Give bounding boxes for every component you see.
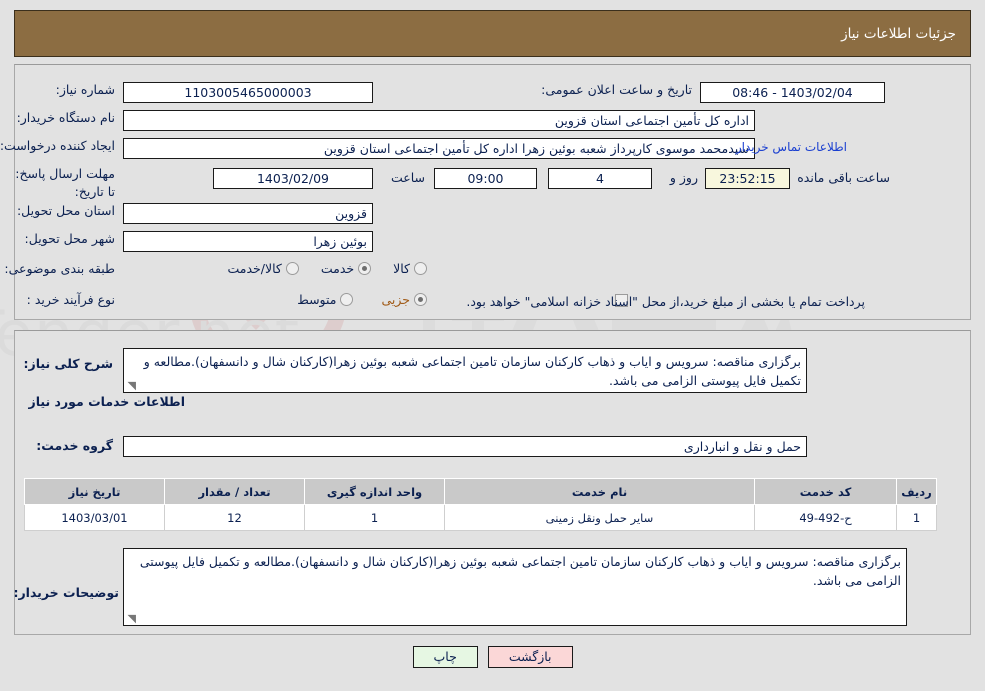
col-header-service-code: کد خدمت xyxy=(754,478,897,505)
table-row: 1 ح-492-49 سایر حمل ونقل زمینی 1 12 1403… xyxy=(24,504,937,531)
category-option-label: کالا/خدمت xyxy=(227,261,282,276)
process-option-jozyi[interactable]: جزیی xyxy=(381,292,427,307)
remaining-suffix-label: ساعت باقی مانده xyxy=(797,170,890,185)
buyer-notes-label: توضیحات خریدار: xyxy=(13,585,119,600)
col-header-quantity: تعداد / مقدار xyxy=(164,478,305,505)
radio-icon[interactable] xyxy=(340,293,354,306)
col-header-unit: واحد اندازه گیری xyxy=(304,478,445,505)
city-value: بوئین زهرا xyxy=(123,231,373,252)
col-header-need-date: تاریخ نیاز xyxy=(24,478,165,505)
page-header-bar: جزئیات اطلاعات نیاز xyxy=(14,10,971,57)
category-label: طبقه بندی موضوعی: xyxy=(4,261,115,276)
service-group-value: حمل و نقل و انبارداری xyxy=(123,436,807,457)
process-label-wrap: نوع فرآیند خرید : xyxy=(27,292,115,307)
announce-datetime-value: 1403/02/04 - 08:46 xyxy=(700,82,885,103)
summary-label-wrap: شرح کلی نیاز: xyxy=(24,356,113,371)
services-table: ردیف کد خدمت نام خدمت واحد اندازه گیری ت… xyxy=(24,478,937,531)
summary-textarea[interactable]: برگزاری مناقصه: سرویس و ایاب و ذهاب کارک… xyxy=(123,348,807,393)
category-radio-group: کالا خدمت کالا/خدمت xyxy=(227,261,427,276)
buyer-org-value: اداره کل تأمین اجتماعی استان قزوین xyxy=(123,110,755,131)
creator-label: ایجاد کننده درخواست: xyxy=(0,138,115,153)
deadline-date-value: 1403/02/09 xyxy=(213,168,373,189)
deadline-hour-label: ساعت xyxy=(390,170,425,185)
cell-row: 1 xyxy=(896,504,937,531)
remaining-days-value: 4 xyxy=(548,168,652,189)
radio-icon[interactable] xyxy=(358,262,372,275)
creator-value: سیدمحمد موسوی کارپرداز شعبه بوئین زهرا ا… xyxy=(123,138,755,159)
resize-grip-icon[interactable]: ◥ xyxy=(126,380,136,391)
buyer-notes-text: برگزاری مناقصه: سرویس و ایاب و ذهاب کارک… xyxy=(139,554,901,589)
radio-icon[interactable] xyxy=(414,262,427,275)
treasury-note-text: پرداخت تمام یا بخشی از مبلغ خرید،از محل … xyxy=(466,294,865,309)
resize-grip-icon[interactable]: ◥ xyxy=(126,613,136,624)
radio-icon[interactable] xyxy=(414,293,427,306)
deadline-label-wrap: مهلت ارسال پاسخ: تا تاریخ: xyxy=(5,164,115,201)
city-label-wrap: شهر محل تحویل: xyxy=(25,231,115,246)
buyer-notes-label-wrap: توضیحات خریدار: xyxy=(13,585,119,600)
category-option-label: کالا xyxy=(393,261,410,276)
footer-button-row: بازگشت چاپ xyxy=(0,646,985,668)
category-option-khedmat[interactable]: خدمت xyxy=(320,261,372,276)
cell-service-code: ح-492-49 xyxy=(754,504,897,531)
buyer-contact-link[interactable]: اطلاعات تماس خریدار xyxy=(736,140,847,154)
summary-text: برگزاری مناقصه: سرویس و ایاب و ذهاب کارک… xyxy=(143,354,801,389)
buyer-notes-textarea[interactable]: برگزاری مناقصه: سرویس و ایاب و ذهاب کارک… xyxy=(123,548,907,626)
page-root: AnaTender.net جزئیات اطلاعات نیاز شماره … xyxy=(0,0,985,691)
process-type-label: نوع فرآیند خرید : xyxy=(26,292,115,307)
service-group-label-wrap: گروه خدمت: xyxy=(36,438,113,453)
need-number-label: شماره نیاز: xyxy=(55,82,115,97)
need-number-row: شماره نیاز: xyxy=(56,82,115,97)
services-table-wrapper: ردیف کد خدمت نام خدمت واحد اندازه گیری ت… xyxy=(24,478,937,531)
process-option-label: متوسط xyxy=(297,292,337,307)
creator-label-wrap: ایجاد کننده درخواست: xyxy=(0,138,115,153)
cell-need-date: 1403/03/01 xyxy=(24,504,165,531)
deadline-label: مهلت ارسال پاسخ: تا تاریخ: xyxy=(15,166,115,200)
page-title: جزئیات اطلاعات نیاز xyxy=(841,25,956,42)
cell-unit: 1 xyxy=(304,504,445,531)
remaining-time-countdown: 23:52:15 xyxy=(705,168,790,189)
table-header-row: ردیف کد خدمت نام خدمت واحد اندازه گیری ت… xyxy=(24,478,937,505)
col-header-service-name: نام خدمت xyxy=(444,478,755,505)
buyer-org-label-wrap: نام دستگاه خریدار: xyxy=(17,110,115,125)
announce-datetime-label: تاریخ و ساعت اعلان عمومی: xyxy=(541,82,692,97)
process-option-label: جزیی xyxy=(381,292,410,307)
buyer-org-label: نام دستگاه خریدار: xyxy=(16,110,115,125)
cell-quantity: 12 xyxy=(164,504,305,531)
deadline-hour-value: 09:00 xyxy=(434,168,537,189)
print-button[interactable]: چاپ xyxy=(412,646,478,668)
category-option-label: خدمت xyxy=(320,261,355,276)
cell-service-name: سایر حمل ونقل زمینی xyxy=(444,504,755,531)
summary-label: شرح کلی نیاز: xyxy=(23,356,113,371)
process-radio-group: جزیی متوسط xyxy=(297,292,427,307)
col-header-row: ردیف xyxy=(896,478,937,505)
services-heading: اطلاعات خدمات مورد نیاز xyxy=(28,394,186,409)
need-number-value: 1103005465000003 xyxy=(123,82,373,103)
remaining-days-label: روز و xyxy=(669,170,698,185)
province-value: قزوین xyxy=(123,203,373,224)
service-group-label: گروه خدمت: xyxy=(36,438,113,453)
back-button[interactable]: بازگشت xyxy=(487,646,573,668)
radio-icon[interactable] xyxy=(285,262,299,275)
category-label-wrap: طبقه بندی موضوعی: xyxy=(4,261,115,276)
announce-datetime-label-wrap: تاریخ و ساعت اعلان عمومی: xyxy=(541,82,692,97)
category-option-kala[interactable]: کالا xyxy=(393,261,427,276)
city-label: شهر محل تحویل: xyxy=(24,231,115,246)
process-option-motavasset[interactable]: متوسط xyxy=(297,292,354,307)
province-label-wrap: استان محل تحویل: xyxy=(17,203,115,218)
category-option-kala-khedmat[interactable]: کالا/خدمت xyxy=(227,261,299,276)
province-label: استان محل تحویل: xyxy=(16,203,115,218)
